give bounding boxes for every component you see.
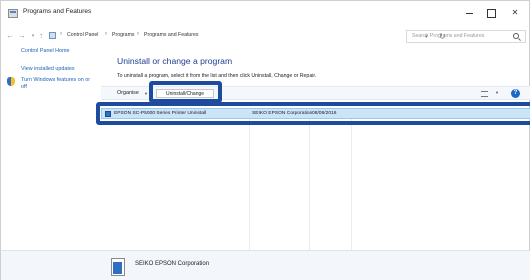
control-panel-icon [8,9,18,18]
search-icon[interactable] [513,33,519,39]
details-pane: SEIKO EPSON Corporation [1,250,530,280]
search-placeholder: Search Programs and Features [412,33,485,39]
breadcrumb-control-panel[interactable]: Control Panel [67,32,98,38]
control-panel-breadcrumb-icon [49,32,56,39]
help-icon[interactable]: ? [511,89,520,98]
breadcrumb-programs-and-features[interactable]: Programs and Features [144,32,199,38]
column-divider [309,108,310,258]
page-title: Uninstall or change a program [117,56,233,66]
back-arrow-icon[interactable]: ← [5,30,15,42]
forward-arrow-icon[interactable]: → [17,30,27,42]
window-title: Programs and Features [23,8,92,15]
column-divider [351,108,352,258]
close-button[interactable]: ✕ [506,6,524,20]
details-publisher: SEIKO EPSON Corporation [135,261,210,267]
organise-chevron-down-icon[interactable]: ▼ [144,91,148,96]
sidebar: Control Panel Home View installed update… [1,45,101,250]
main-content: Uninstall or change a program To uninsta… [96,45,530,258]
programs-and-features-window: Programs and Features ✕ ← → ▾ ↑ › Contro… [0,0,530,280]
breadcrumb-programs[interactable]: Programs [112,32,135,38]
view-chevron-down-icon[interactable]: ▼ [495,90,499,95]
maximize-button[interactable] [482,6,500,20]
minimize-button[interactable] [461,6,479,20]
search-input[interactable]: Search Programs and Features [406,30,526,43]
sidebar-item-windows-features[interactable]: Turn Windows features on or off [21,77,97,91]
column-divider [249,108,250,258]
title-bar: Programs and Features ✕ [1,1,530,27]
program-row-highlight [96,102,530,125]
address-box[interactable]: › Control Panel › Programs › Programs an… [47,30,446,43]
organise-menu[interactable]: Organise [117,90,139,96]
view-options-icon[interactable] [481,91,488,97]
uninstall-button-highlight [149,81,222,103]
sidebar-item-control-panel-home[interactable]: Control Panel Home [21,48,97,55]
sidebar-item-view-installed-updates[interactable]: View installed updates [21,66,97,73]
breadcrumb-separator-icon: › [137,31,139,37]
publisher-program-icon [111,258,125,276]
up-arrow-icon[interactable]: ↑ [36,30,46,42]
address-bar-row: ← → ▾ ↑ › Control Panel › Programs › Pro… [1,27,530,45]
shield-icon [7,77,15,86]
page-instructions: To uninstall a program, select it from t… [117,73,317,79]
breadcrumb-separator-icon: › [105,31,107,37]
breadcrumb-separator-icon: › [60,31,62,37]
